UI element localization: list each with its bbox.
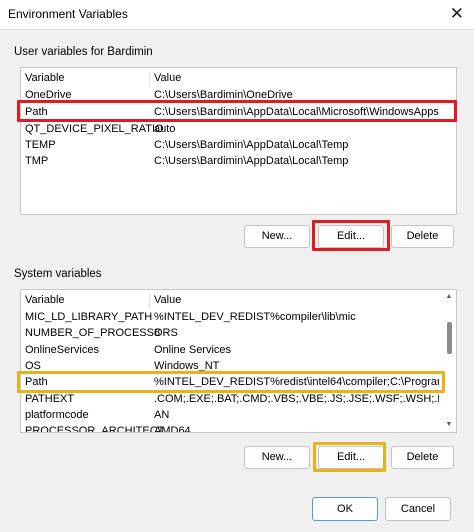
table-row[interactable]: OneDrive C:\Users\Bardimin\OneDrive <box>21 88 456 104</box>
column-header-value[interactable]: Value <box>154 294 439 306</box>
table-row[interactable]: NUMBER_OF_PROCESSORS 8 <box>21 326 441 342</box>
variable-value: %INTEL_DEV_REDIST%redist\intel64\compile… <box>154 376 439 388</box>
system-list-header: Variable Value <box>21 293 441 309</box>
column-header-value[interactable]: Value <box>154 72 439 84</box>
scroll-down-icon[interactable]: ▼ <box>444 420 454 430</box>
title-bar: Environment Variables ✕ <box>0 0 474 30</box>
variable-value: .COM;.EXE;.BAT;.CMD;.VBS;.VBE;.JS;.JSE;.… <box>154 393 439 405</box>
system-variables-list[interactable]: Variable Value MIC_LD_LIBRARY_PATH %INTE… <box>20 289 457 433</box>
column-header-variable[interactable]: Variable <box>25 294 65 306</box>
user-edit-button[interactable]: Edit... <box>318 225 384 248</box>
user-delete-button[interactable]: Delete <box>391 225 454 248</box>
variable-name: platformcode <box>25 409 89 421</box>
variable-value: %INTEL_DEV_REDIST%compiler\lib\mic <box>154 311 356 323</box>
system-variables-label: System variables <box>14 268 102 280</box>
user-variables-list[interactable]: Variable Value OneDrive C:\Users\Bardimi… <box>20 67 457 215</box>
variable-value: Windows_NT <box>154 360 220 372</box>
variable-value: Online Services <box>154 344 232 356</box>
system-list-scrollbar[interactable]: ▲ ▼ <box>443 290 456 432</box>
scroll-thumb[interactable] <box>447 322 452 354</box>
variable-name: PATHEXT <box>25 393 75 405</box>
variable-name: MIC_LD_LIBRARY_PATH <box>25 311 153 323</box>
table-row[interactable]: MIC_LD_LIBRARY_PATH %INTEL_DEV_REDIST%co… <box>21 310 441 326</box>
scroll-up-icon[interactable]: ▲ <box>444 292 454 302</box>
ok-button[interactable]: OK <box>312 497 378 521</box>
table-row[interactable]: TEMP C:\Users\Bardimin\AppData\Local\Tem… <box>21 138 456 154</box>
table-row[interactable]: Path C:\Users\Bardimin\AppData\Local\Mic… <box>21 105 456 121</box>
table-row[interactable]: PROCESSOR_ARCHITECT AMD64 <box>21 424 441 433</box>
table-row[interactable]: OnlineServices Online Services <box>21 343 441 359</box>
variable-value: AMD64 <box>154 425 191 433</box>
variable-value: AN <box>154 409 170 421</box>
variable-value: C:\Users\Bardimin\OneDrive <box>154 89 293 101</box>
variable-name: QT_DEVICE_PIXEL_RATIO <box>25 123 164 135</box>
variable-value: auto <box>154 123 176 135</box>
variable-value: C:\Users\Bardimin\AppData\Local\Temp <box>154 155 349 167</box>
table-row[interactable]: QT_DEVICE_PIXEL_RATIO auto <box>21 122 456 138</box>
variable-name: OneDrive <box>25 89 72 101</box>
system-delete-button[interactable]: Delete <box>391 446 454 469</box>
cancel-button[interactable]: Cancel <box>385 497 451 521</box>
variable-name: TMP <box>25 155 49 167</box>
user-new-button[interactable]: New... <box>244 225 310 248</box>
variable-name: Path <box>25 376 48 388</box>
system-new-button[interactable]: New... <box>244 446 310 469</box>
user-list-header: Variable Value <box>21 71 456 87</box>
table-row[interactable]: TMP C:\Users\Bardimin\AppData\Local\Temp <box>21 154 456 170</box>
variable-value: 8 <box>154 327 161 339</box>
table-row[interactable]: OS Windows_NT <box>21 359 441 375</box>
variable-name: TEMP <box>25 139 56 151</box>
window-title: Environment Variables <box>8 7 128 21</box>
variable-name: Path <box>25 106 48 118</box>
table-row[interactable]: platformcode AN <box>21 408 441 424</box>
variable-name: PROCESSOR_ARCHITECT <box>25 425 165 433</box>
close-icon[interactable]: ✕ <box>450 4 464 24</box>
table-row[interactable]: PATHEXT .COM;.EXE;.BAT;.CMD;.VBS;.VBE;.J… <box>21 392 441 408</box>
variable-value: C:\Users\Bardimin\AppData\Local\Microsof… <box>154 106 439 118</box>
column-separator[interactable] <box>149 294 150 309</box>
table-row[interactable]: Path %INTEL_DEV_REDIST%redist\intel64\co… <box>21 375 441 391</box>
column-separator[interactable] <box>149 72 150 87</box>
variable-value: C:\Users\Bardimin\AppData\Local\Temp <box>154 139 349 151</box>
column-header-variable[interactable]: Variable <box>25 72 65 84</box>
variable-name: OS <box>25 360 41 372</box>
system-edit-button[interactable]: Edit... <box>318 446 384 469</box>
user-variables-label: User variables for Bardimin <box>14 46 153 58</box>
variable-name: OnlineServices <box>25 344 99 356</box>
